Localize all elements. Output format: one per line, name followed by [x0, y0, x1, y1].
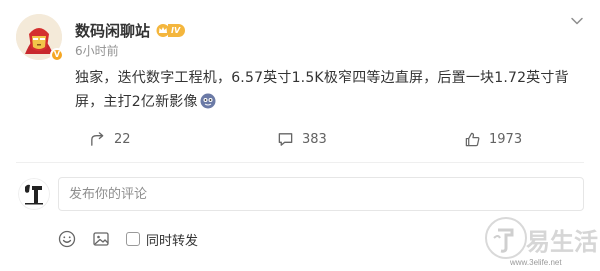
chevron-down-icon[interactable] [570, 14, 584, 28]
level-badge: IV [156, 23, 186, 37]
repost-checkbox-label[interactable]: 同时转发 [126, 230, 198, 249]
repost-button[interactable]: 22 [89, 124, 131, 154]
comment-count: 383 [302, 131, 327, 147]
repost-checkbox[interactable] [126, 232, 140, 246]
comment-button[interactable]: 383 [277, 124, 327, 154]
verified-v-badge: V [50, 48, 64, 62]
like-count: 1973 [489, 131, 523, 147]
author-name[interactable]: 数码闲聊站 [75, 20, 150, 41]
image-upload-icon[interactable] [92, 230, 110, 248]
level-label: IV [168, 23, 186, 37]
divider [16, 162, 584, 163]
emoji-icon [200, 93, 216, 109]
action-bar: 22 383 1973 [0, 124, 600, 154]
thumbs-up-icon [465, 132, 480, 146]
repost-label-text: 同时转发 [146, 233, 199, 249]
comment-input[interactable] [58, 177, 584, 211]
comment-toolbar: 同时转发 [58, 229, 198, 249]
repost-icon [91, 131, 104, 146]
emoji-picker-icon[interactable] [58, 230, 76, 248]
comment-icon [278, 132, 293, 146]
post-time[interactable]: 6小时前 [75, 42, 119, 59]
watermark-site: www.3elife.net [510, 258, 562, 267]
post-content: 独家，迭代数字工程机，6.57英寸1.5K极窄四等边直屏，后置一块1.72英寸背… [75, 66, 585, 114]
post-text: 独家，迭代数字工程机，6.57英寸1.5K极窄四等边直屏，后置一块1.72英寸背… [75, 70, 569, 110]
repost-count: 22 [114, 131, 131, 147]
like-button[interactable]: 1973 [464, 124, 522, 154]
watermark-text: 易生活 [526, 228, 598, 256]
user-avatar[interactable] [18, 178, 50, 210]
